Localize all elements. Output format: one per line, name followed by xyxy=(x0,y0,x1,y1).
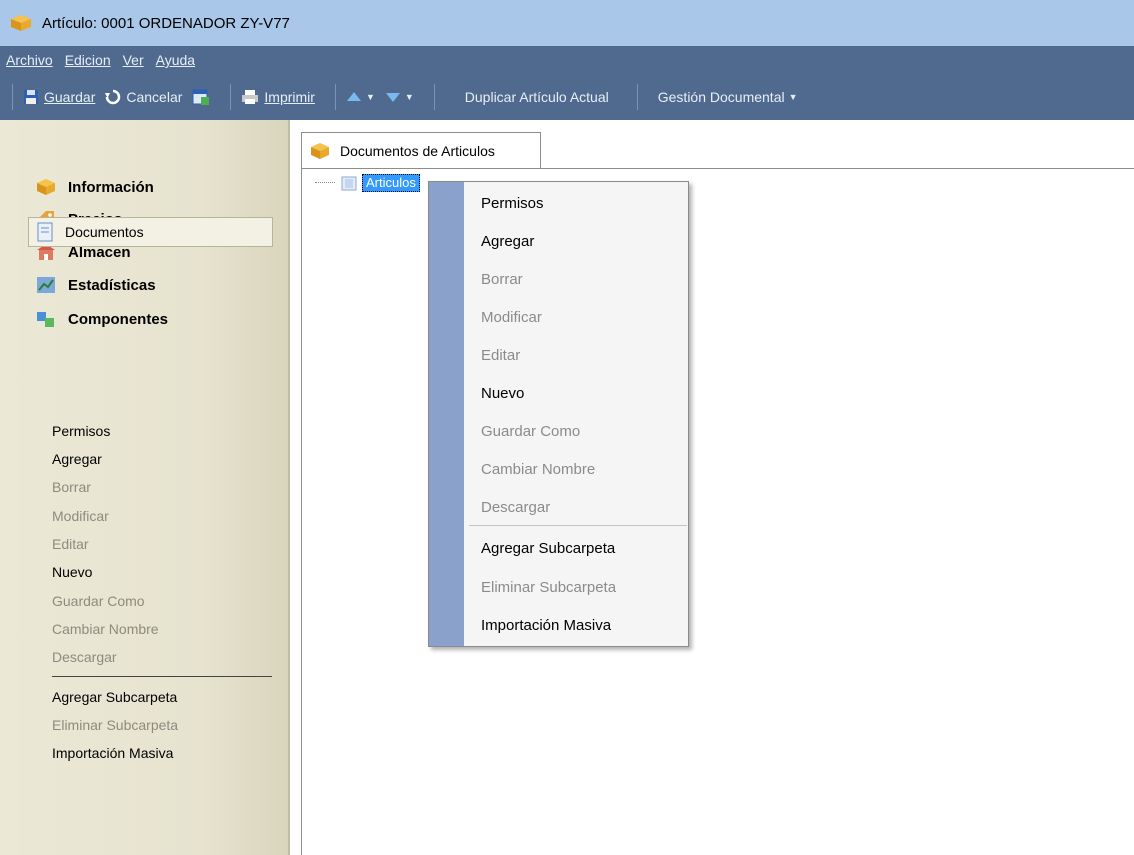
arrow-up-icon xyxy=(346,92,361,101)
title-bar: Artículo: 0001 ORDENADOR ZY-V77 xyxy=(0,0,1134,46)
context-menu-item-permisos[interactable]: Permisos xyxy=(481,195,544,212)
chevron-down-icon: ▼ xyxy=(365,92,375,102)
main-content xyxy=(290,120,1134,855)
context-menu-separator xyxy=(469,525,687,526)
context-menu-item-borrar: Borrar xyxy=(481,271,523,288)
context-menu-item-agregar-subcarpeta[interactable]: Agregar Subcarpeta xyxy=(481,540,615,557)
printer-icon xyxy=(242,90,259,104)
context-menu-item-eliminar-subcarpeta: Eliminar Subcarpeta xyxy=(481,579,617,596)
toolbar: Guardar Cancelar Imprimir ▼ ▼ Duplicar A… xyxy=(0,74,1134,120)
context-menu-item-nuevo[interactable]: Nuevo xyxy=(481,385,524,402)
sidebar-action-importacion-masiva[interactable]: Importación Masiva xyxy=(52,745,173,761)
tab-strip-border xyxy=(301,168,1134,169)
menu-archivo[interactable]: Archivo xyxy=(6,52,53,68)
context-menu-item-descargar: Descargar xyxy=(481,499,551,516)
tab-documentos-de-articulos[interactable]: Documentos de Articulos xyxy=(301,132,541,169)
toolbar-separator xyxy=(334,84,336,110)
sidebar-action-guardar-como: Guardar Como xyxy=(52,593,145,609)
chevron-down-icon: ▼ xyxy=(404,92,414,102)
menu-ver[interactable]: Ver xyxy=(123,52,144,68)
sidebar-action-eliminar-subcarpeta: Eliminar Subcarpeta xyxy=(52,717,179,733)
context-menu-item-cambiar-nombre: Cambiar Nombre xyxy=(481,461,596,478)
menu-edicion[interactable]: Edicion xyxy=(65,52,111,68)
window-icon xyxy=(192,89,210,105)
sidebar-item-documentos[interactable]: Documentos xyxy=(28,217,273,247)
sidebar-action-modificar: Modificar xyxy=(52,508,109,524)
toolbar-separator xyxy=(230,84,232,110)
sidebar-item-estadisticas[interactable]: Estadísticas xyxy=(36,273,156,297)
folder-icon xyxy=(341,176,357,191)
arrow-down-icon xyxy=(385,93,400,102)
sidebar-action-permisos[interactable]: Permisos xyxy=(52,423,110,439)
sidebar-item-informacion[interactable]: Información xyxy=(36,175,154,199)
tree-connector xyxy=(315,182,335,183)
tree-node-articulos[interactable]: Articulos xyxy=(340,174,420,192)
components-icon xyxy=(37,312,54,327)
context-menu-item-guardar-como: Guardar Como xyxy=(481,423,581,440)
print-button[interactable]: Imprimir xyxy=(241,89,315,105)
context-menu-item-modificar: Modificar xyxy=(481,309,542,326)
navigate-up-button[interactable]: ▼ xyxy=(346,91,375,103)
context-menu-item-agregar[interactable]: Agregar xyxy=(481,233,534,250)
context-menu-item-importacion-masiva[interactable]: Importación Masiva xyxy=(481,617,611,634)
document-management-button[interactable]: Gestión Documental ▼ xyxy=(658,89,798,105)
sidebar-action-descargar: Descargar xyxy=(52,649,117,665)
sidebar-action-agregar[interactable]: Agregar xyxy=(52,451,102,467)
box-icon xyxy=(311,143,329,159)
sidebar-action-editar: Editar xyxy=(52,536,89,552)
context-menu-item-editar: Editar xyxy=(481,347,521,364)
context-menu-gutter xyxy=(429,182,464,646)
sidebar-action-cambiar-nombre: Cambiar Nombre xyxy=(52,621,159,637)
window-title: Artículo: 0001 ORDENADOR ZY-V77 xyxy=(42,14,290,32)
context-menu: Permisos Agregar Borrar Modificar Editar… xyxy=(428,181,689,647)
menu-ayuda[interactable]: Ayuda xyxy=(156,52,195,68)
floppy-disk-icon xyxy=(24,90,38,104)
sidebar-action-nuevo[interactable]: Nuevo xyxy=(52,564,92,580)
tree-node-label: Articulos xyxy=(362,174,420,192)
toolbar-grip xyxy=(12,84,13,110)
sidebar-separator xyxy=(52,676,272,677)
save-button[interactable]: Guardar xyxy=(23,89,95,105)
duplicate-article-button[interactable]: Duplicar Artículo Actual xyxy=(465,89,609,105)
box-icon xyxy=(11,15,31,31)
document-icon xyxy=(37,222,53,242)
menu-bar: Archivo Edicion Ver Ayuda xyxy=(0,46,1134,74)
box-icon xyxy=(37,179,55,195)
toolbar-separator xyxy=(636,84,638,110)
sidebar-action-agregar-subcarpeta[interactable]: Agregar Subcarpeta xyxy=(52,689,177,705)
window-button[interactable] xyxy=(192,88,210,106)
sidebar-item-componentes[interactable]: Componentes xyxy=(36,307,168,331)
content-border xyxy=(301,168,302,855)
toolbar-separator xyxy=(433,84,435,110)
chevron-down-icon: ▼ xyxy=(788,92,798,102)
undo-arrow-icon xyxy=(105,89,121,105)
sidebar-action-borrar: Borrar xyxy=(52,479,91,495)
chart-icon xyxy=(37,277,55,293)
navigate-down-button[interactable]: ▼ xyxy=(385,91,414,103)
cancel-button[interactable]: Cancelar xyxy=(105,89,182,105)
